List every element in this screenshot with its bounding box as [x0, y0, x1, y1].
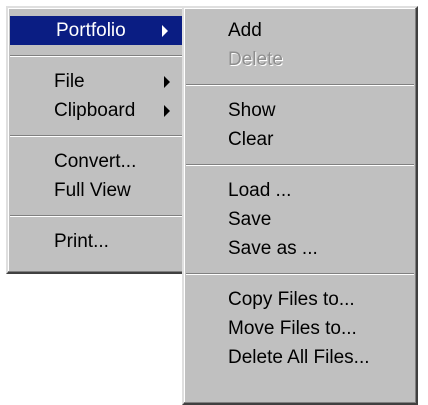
- menu-item-label: Save: [228, 209, 272, 230]
- menu-item-label: Clipboard: [54, 100, 136, 121]
- menu-item-label: Print...: [54, 231, 109, 252]
- submenu-item-clear[interactable]: Clear: [184, 125, 416, 154]
- context-menu: Portfolio File Clipboard Convert... Full…: [6, 6, 186, 274]
- menu-item-label: Delete All Files...: [228, 347, 370, 368]
- menu-separator: [186, 164, 414, 166]
- submenu-arrow-icon: [164, 76, 170, 88]
- submenu-item-move-files[interactable]: Move Files to...: [184, 314, 416, 343]
- menu-item-label: Load ...: [228, 180, 292, 201]
- menu-item-label: Show: [228, 100, 276, 121]
- submenu-item-show[interactable]: Show: [184, 96, 416, 125]
- submenu-item-save[interactable]: Save: [184, 205, 416, 234]
- submenu-item-add[interactable]: Add: [184, 16, 416, 45]
- menu-item-label: Convert...: [54, 151, 137, 172]
- menu-separator: [186, 273, 414, 275]
- menu-separator: [186, 84, 414, 86]
- menu-item-label: Add: [228, 20, 262, 41]
- menu-item-convert[interactable]: Convert...: [8, 147, 184, 176]
- submenu-item-save-as[interactable]: Save as ...: [184, 234, 416, 263]
- menu-item-portfolio[interactable]: Portfolio: [10, 16, 182, 45]
- menu-item-full-view[interactable]: Full View: [8, 176, 184, 205]
- menu-separator: [10, 215, 182, 217]
- menu-item-label: Move Files to...: [228, 318, 357, 339]
- menu-separator: [10, 55, 182, 57]
- menu-item-label: File: [54, 71, 85, 92]
- menu-item-label: Portfolio: [56, 20, 126, 41]
- menu-item-print[interactable]: Print...: [8, 227, 184, 256]
- menu-item-file[interactable]: File: [8, 67, 184, 96]
- submenu-item-copy-files[interactable]: Copy Files to...: [184, 285, 416, 314]
- menu-separator: [10, 135, 182, 137]
- submenu-arrow-icon: [162, 25, 168, 37]
- menu-item-label: Full View: [54, 180, 131, 201]
- menu-item-clipboard[interactable]: Clipboard: [8, 96, 184, 125]
- menu-item-label: Delete: [228, 49, 283, 70]
- submenu-item-load[interactable]: Load ...: [184, 176, 416, 205]
- menu-item-label: Save as ...: [228, 238, 318, 259]
- portfolio-submenu: Add Delete Show Clear Load ... Save Save…: [182, 6, 418, 405]
- menu-item-label: Copy Files to...: [228, 289, 355, 310]
- submenu-item-delete-all-files[interactable]: Delete All Files...: [184, 343, 416, 372]
- menu-item-label: Clear: [228, 129, 274, 150]
- submenu-item-delete: Delete: [184, 45, 416, 74]
- submenu-arrow-icon: [164, 105, 170, 117]
